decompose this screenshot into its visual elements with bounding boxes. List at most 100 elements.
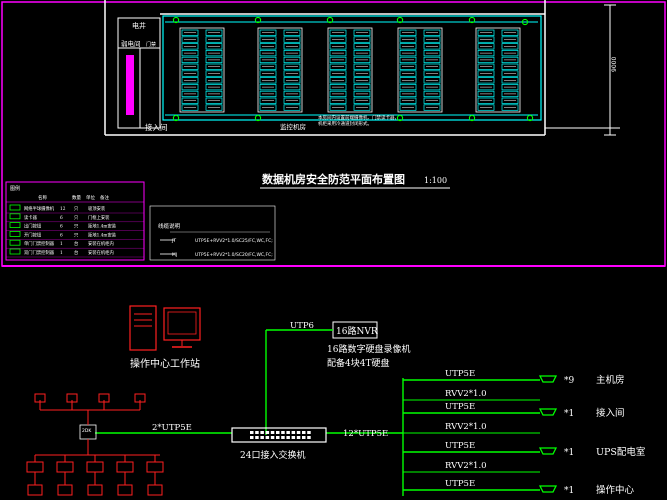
legend-cell: 单门门禁控制器 bbox=[24, 240, 55, 247]
cable-desc-1: UTP5E+RVV2*1.0/SC25/FC,WC,FC; bbox=[195, 238, 273, 244]
legend-table: 名称 数量 单位 备注网络半球摄像机 12 只吸顶安装读卡器 6 只门框上安装出门按钮 6 只距地… bbox=[5, 181, 145, 261]
cable-code-1: JT bbox=[171, 238, 176, 244]
nvr-desc-1: 16路数字硬盘录像机 bbox=[327, 343, 410, 355]
branch-lines: UTP5ERVV2*1.0*9 主机房UTP5ERVV2*1.0*1 接入间UTP5… bbox=[403, 369, 645, 496]
cable-row-2: MJ UTP5E+RVV2*1.0/SC20/FC,WC,FC; bbox=[160, 252, 273, 258]
legend-cell: 安装在机柜内 bbox=[88, 249, 114, 256]
rack-column bbox=[179, 27, 225, 113]
legend-cell: 6 bbox=[60, 225, 63, 230]
rack-column bbox=[397, 27, 443, 113]
cable-desc-2: UTP5E+RVV2*1.0/SC20/FC,WC,FC; bbox=[195, 252, 273, 258]
small-switch-label: 2DK bbox=[82, 428, 92, 434]
branch-cable-b: RVV2*1.0 bbox=[445, 422, 487, 432]
cable-table bbox=[149, 205, 276, 261]
branch-cable-a: UTP5E bbox=[445, 479, 475, 489]
room-label-access: 接入间 bbox=[145, 122, 168, 132]
legend-symbol-icon bbox=[9, 230, 21, 237]
room-label-power: 电井 bbox=[132, 21, 146, 30]
legend-cell: 只 bbox=[74, 232, 79, 238]
legend-cell: 安装在机柜内 bbox=[88, 240, 114, 247]
plan-scale: 1:100 bbox=[424, 176, 447, 185]
cable-title: 线缆说明 bbox=[158, 222, 181, 230]
branch-cable-b: RVV2*1.0 bbox=[445, 461, 487, 471]
legend-symbol-icon bbox=[9, 248, 21, 255]
note-line-1: 本房间内设置前端摄像机、门禁读卡器， bbox=[318, 114, 399, 121]
legend-header: 备注 bbox=[100, 194, 109, 201]
legend-cell: 距地1.4m安装 bbox=[88, 223, 117, 230]
camera-icon bbox=[538, 485, 558, 493]
workstation-icon bbox=[129, 305, 201, 351]
note-line-2: 机柜采用冷通道封闭形式。 bbox=[318, 120, 372, 127]
cable-trays bbox=[165, 21, 538, 116]
legend-title: 图例 bbox=[10, 185, 20, 192]
nvr-label: 16路NVR bbox=[336, 325, 378, 337]
link-left-label: 2*UTP5E bbox=[152, 423, 192, 433]
legend-cell: 网络半球摄像机 bbox=[24, 205, 55, 212]
legend-header: 单位 bbox=[86, 194, 95, 201]
legend-cell: 只 bbox=[74, 215, 79, 221]
link-right-label: 12*UTP5E bbox=[343, 429, 388, 439]
branch-cable-a: UTP5E bbox=[445, 369, 475, 379]
branch-count: *1 bbox=[564, 486, 574, 496]
legend-cell: 1 bbox=[60, 251, 63, 256]
branch-location: 操作中心 bbox=[596, 484, 635, 496]
legend-symbol-icon bbox=[9, 204, 21, 211]
aux-rooms bbox=[117, 17, 161, 129]
legend-cell: 距地1.4m安装 bbox=[88, 231, 117, 238]
branch-cable-a: UTP5E bbox=[445, 402, 475, 412]
plan-title: 数据机房安全防范平面布置图 bbox=[262, 172, 405, 186]
legend-cell: 门框上安装 bbox=[88, 214, 110, 221]
legend-cell: 12 bbox=[60, 207, 66, 212]
branch-location: 接入间 bbox=[596, 407, 625, 419]
rack-column bbox=[475, 27, 521, 113]
branch-cable-a: UTP5E bbox=[445, 441, 475, 451]
branch-row: UTP5E RVV2*1.0 *1 接入间 bbox=[403, 402, 625, 434]
system-diagram-panel: 操作中心工作站 16路NVR 16路数字硬盘录像机 配备4块4T硬盘 UTP6 … bbox=[26, 305, 645, 496]
legend-cell: 台 bbox=[74, 240, 78, 247]
floor-plan-panel: 9000 电井 弱电间 门禁 接入间 监控机房 本房间内设置前端摄像机、门禁读卡… bbox=[1, 0, 666, 267]
legend-cell: 台 bbox=[74, 249, 78, 256]
link-nvr-label: UTP6 bbox=[290, 321, 314, 331]
cable-code-2: MJ bbox=[172, 252, 177, 258]
room-label-security: 弱电间 bbox=[121, 39, 141, 48]
room-label-side: 门禁 bbox=[146, 41, 156, 48]
legend-cell: 双门门禁控制器 bbox=[24, 249, 55, 256]
legend-cell: 只 bbox=[74, 224, 79, 230]
legend-cell: 吸顶安装 bbox=[88, 205, 106, 212]
branch-row: UTP5E RVV2*1.0 *1 UPS配电室 bbox=[403, 441, 645, 473]
access-switch-icon bbox=[231, 427, 327, 443]
rack-rows bbox=[179, 27, 521, 113]
camera-icon bbox=[538, 408, 558, 416]
legend-symbol-icon bbox=[9, 213, 21, 220]
legend-cell: 1 bbox=[60, 242, 63, 247]
rack-column bbox=[327, 27, 373, 113]
branch-count: *1 bbox=[564, 448, 574, 458]
cable-row-1: JT UTP5E+RVV2*1.0/SC25/FC,WC,FC; bbox=[160, 238, 273, 244]
camera-icon bbox=[538, 447, 558, 455]
legend-symbol-icon bbox=[9, 222, 21, 229]
legend-cell: 开门按钮 bbox=[24, 231, 42, 238]
branch-location: UPS配电室 bbox=[596, 446, 645, 458]
data-room-boundary bbox=[162, 15, 542, 121]
nvr-desc-2: 配备4块4T硬盘 bbox=[327, 357, 389, 369]
branch-count: *9 bbox=[564, 376, 575, 386]
legend-cell: 读卡器 bbox=[24, 214, 38, 221]
legend-header: 名称 bbox=[38, 194, 47, 201]
legend-cell: 只 bbox=[74, 206, 79, 212]
branch-row: UTP5E RVV2*1.0 *9 主机房 bbox=[403, 369, 625, 401]
legend-cell: 出门按钮 bbox=[24, 223, 42, 230]
door-access-tree: 2DK bbox=[26, 393, 164, 496]
workstation-label: 操作中心工作站 bbox=[130, 357, 200, 370]
rack-column bbox=[257, 27, 303, 113]
branch-row: UTP5E *1 操作中心 bbox=[403, 479, 635, 496]
branch-count: *1 bbox=[564, 409, 574, 419]
room-label-monitor: 监控机房 bbox=[280, 122, 306, 131]
camera-icon bbox=[538, 375, 558, 383]
legend-cell: 6 bbox=[60, 216, 63, 221]
switch-label: 24口接入交换机 bbox=[240, 449, 305, 461]
legend-cell: 6 bbox=[60, 233, 63, 238]
branch-location: 主机房 bbox=[596, 374, 625, 386]
legend-symbol-icon bbox=[9, 239, 21, 246]
magenta-trays bbox=[126, 55, 134, 115]
legend-header: 数量 bbox=[72, 194, 81, 201]
